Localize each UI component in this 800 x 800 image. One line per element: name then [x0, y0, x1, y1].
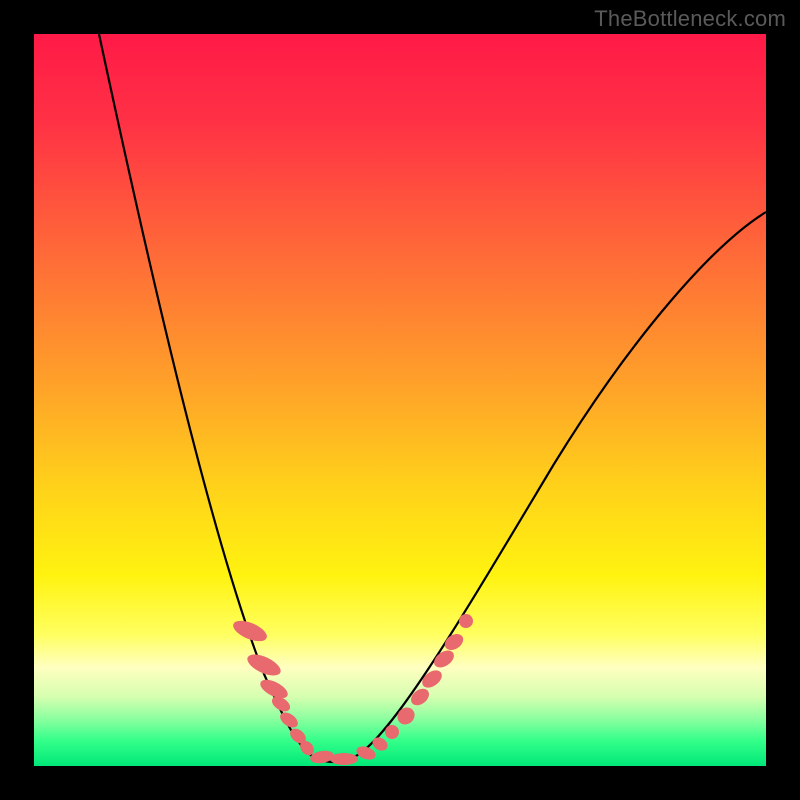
highlight-dots — [230, 611, 475, 765]
bottleneck-curve-layer — [34, 34, 766, 766]
highlight-dot — [382, 722, 402, 742]
highlight-dot — [442, 631, 466, 654]
chart-frame — [34, 34, 766, 766]
highlight-dot — [355, 744, 378, 762]
highlight-dot — [230, 617, 269, 646]
highlight-dot — [408, 685, 432, 708]
highlight-dot — [456, 611, 475, 630]
bottleneck-curve — [99, 34, 766, 762]
highlight-dot — [394, 704, 418, 728]
watermark-text: TheBottleneck.com — [594, 6, 786, 32]
highlight-dot — [330, 753, 358, 765]
